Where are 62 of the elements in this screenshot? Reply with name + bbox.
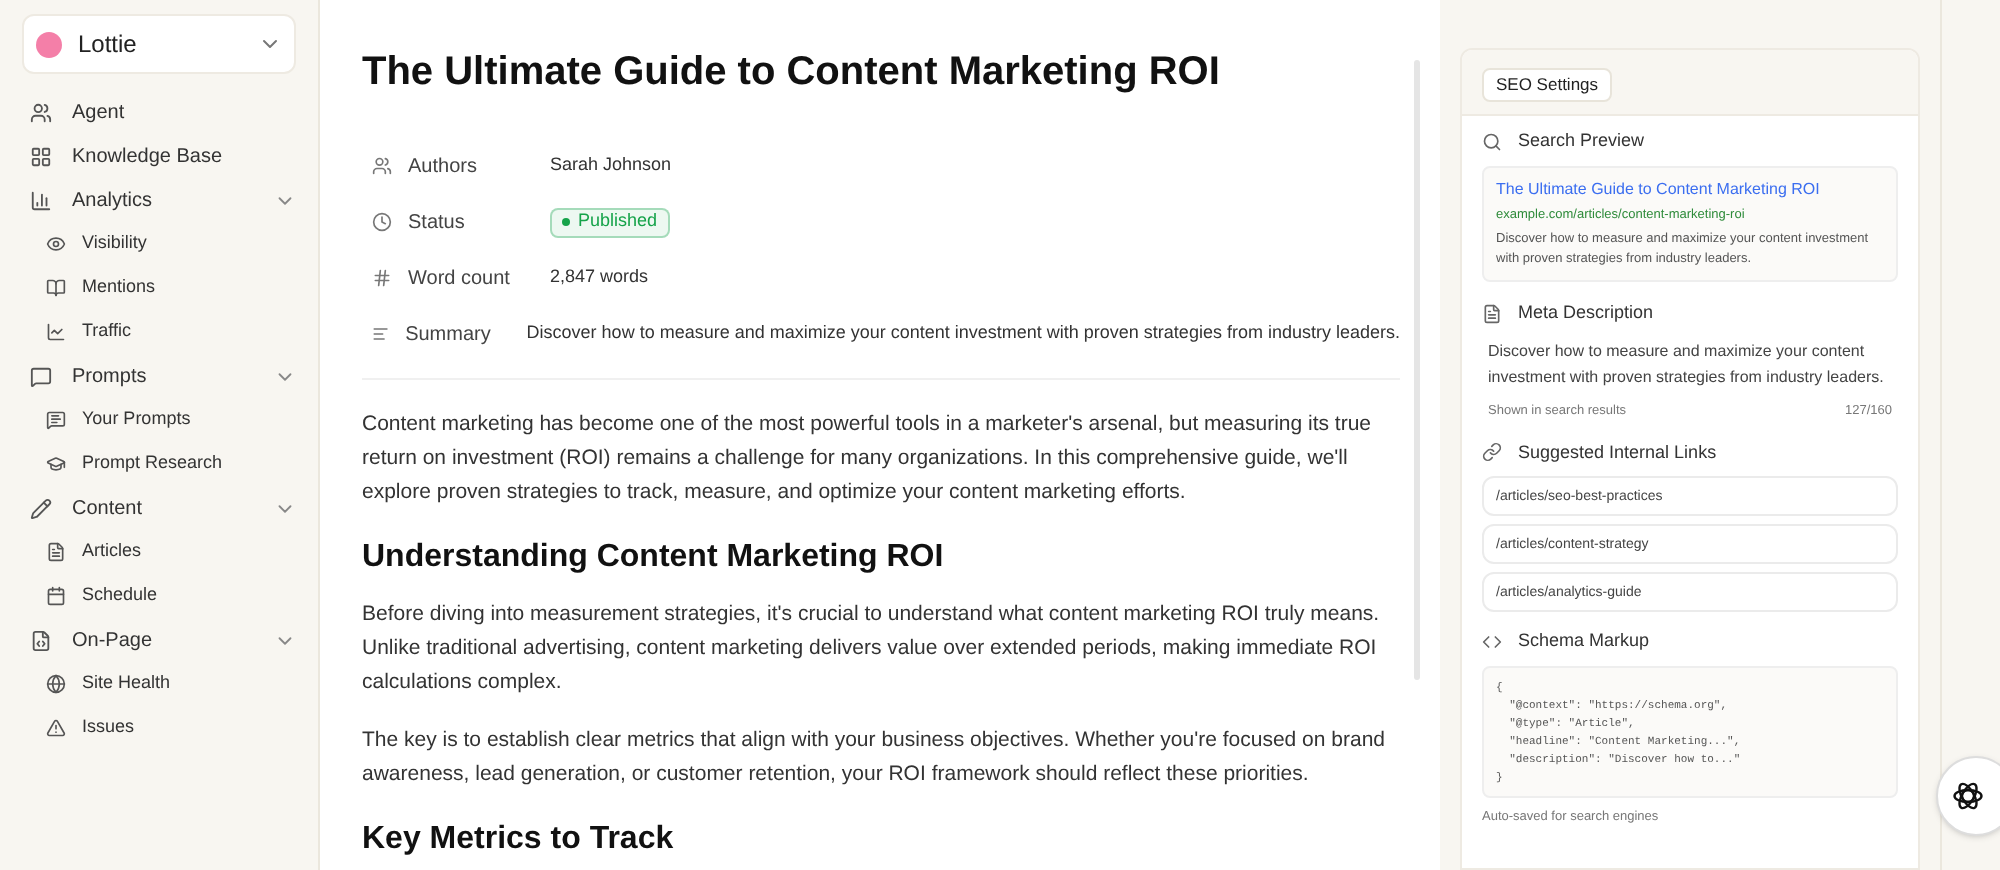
sidebar-subitem[interactable]: Prompt Research (22, 442, 296, 486)
seo-settings-tab[interactable]: SEO Settings (1482, 67, 1613, 102)
sidebar-subitem[interactable]: Traffic (22, 310, 296, 354)
sidebar-subitem[interactable]: Articles (22, 530, 296, 574)
document-icon (1482, 304, 1502, 324)
document-icon (46, 542, 66, 562)
status-badge: Published (550, 207, 670, 237)
clock-icon (372, 212, 392, 232)
sidebar-item[interactable]: On-Page (22, 618, 296, 662)
preview-title: The Ultimate Guide to Content Marketing ROI (1496, 177, 1822, 201)
sidebar-item[interactable]: Content (22, 486, 296, 530)
code-icon (1482, 631, 1502, 652)
assistant-button[interactable] (1936, 756, 2000, 836)
sidebar-subitem[interactable]: Your Prompts (22, 398, 296, 442)
eye-icon (46, 234, 66, 254)
pencil-icon (30, 497, 52, 519)
graduation-cap-icon (46, 454, 66, 474)
chat-icon (30, 365, 52, 387)
workspace-switcher[interactable]: Lottie (22, 14, 296, 74)
hash-icon (372, 268, 392, 288)
link-icon (1482, 442, 1502, 463)
section-heading: Understanding Content Marketing ROI (362, 538, 946, 578)
sidebar-subitem[interactable]: Schedule (22, 574, 296, 618)
paragraph: The key is to establish clear metrics that align with your business objectives. Whether you're focused on brand awareness, lead generation, or customer retention, your ROI framework should reflect these priorities. (362, 726, 1388, 790)
article-title: The Ultimate Guide to Content Marketing ROI (362, 48, 1222, 98)
property-label: Summary (405, 321, 493, 349)
workspace-logo-icon (36, 31, 62, 57)
grid-icon (30, 145, 52, 167)
section-heading: Schema Markup (1518, 628, 1650, 654)
sidebar-subitem[interactable]: Site Health (22, 662, 296, 706)
property-value: 2,847 words (550, 264, 649, 291)
property-label: Status (408, 209, 467, 237)
chat-icon (46, 410, 66, 430)
property-label: Authors (408, 153, 479, 181)
section-heading: Meta Description (1518, 300, 1654, 327)
lines-icon (372, 324, 390, 344)
users-icon (30, 101, 52, 123)
sidebar-item[interactable]: Analytics (22, 178, 296, 222)
meta-description-text: Discover how to measure and maximize your content investment with proven strategies from industry leaders. (1486, 339, 1886, 390)
line-chart-icon (46, 322, 66, 342)
paragraph: Before diving into measurement strategies, it's crucial to understand what content marketing ROI truly means. Unlike traditional advertising, content marketing delivers value over extended periods, making immediate ROI calculations complex. (362, 600, 1382, 698)
users-icon (372, 156, 392, 176)
calendar-icon (46, 586, 66, 606)
paragraph: Content marketing has become one of the most powerful tools in a marketer's arsenal, but measuring its true return on investment (ROI) remains a challenge for many organizations. In this comprehensive guide, we'll explore proven strategies to track, measure, and optimize your content marketing efforts. (362, 410, 1374, 508)
property-label: Word count (408, 265, 512, 293)
sidebar-item[interactable]: Knowledge Base (22, 134, 296, 178)
sidebar-item[interactable]: Agent (22, 90, 296, 134)
sidebar-subitem[interactable]: Mentions (22, 266, 296, 310)
search-icon (1482, 131, 1502, 152)
file-code-icon (30, 629, 52, 651)
property-value: Discover how to measure and maximize your content investment with proven strategies from industry leaders. (526, 320, 1400, 347)
warning-icon (46, 718, 66, 738)
section-heading: Search Preview (1518, 128, 1645, 154)
sidebar-subitem[interactable]: Issues (22, 706, 296, 750)
section-heading: Suggested Internal Links (1518, 439, 1717, 466)
bar-chart-icon (30, 189, 52, 211)
sidebar-item[interactable]: Prompts (22, 354, 296, 398)
globe-icon (46, 674, 66, 694)
sidebar-subitem[interactable]: Visibility (22, 222, 296, 266)
property-value: Sarah Johnson (550, 152, 672, 179)
section-heading: Key Metrics to Track (362, 820, 676, 860)
book-icon (46, 278, 66, 298)
